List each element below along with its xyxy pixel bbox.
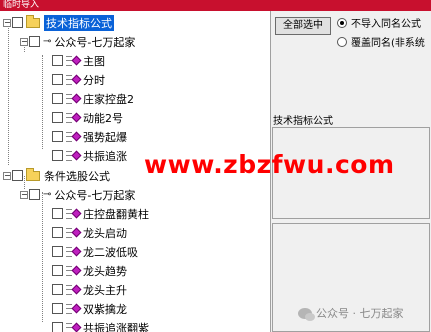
item-checkbox[interactable] [52, 55, 63, 66]
wechat-badge: 公众号 · 七万起家 [298, 305, 404, 321]
account-checkbox[interactable] [29, 189, 40, 200]
formula-icon [66, 246, 82, 257]
item-checkbox[interactable] [52, 322, 63, 332]
formula-icon [66, 55, 82, 66]
tree-account-row[interactable]: − ⊸ 公众号-七万起家 [20, 33, 135, 50]
formula-icon [66, 208, 82, 219]
radio-label: 不导入同名公式 [351, 19, 421, 30]
key-icon: ⊸ [43, 189, 52, 200]
window-title: 临时导入 [3, 0, 40, 10]
tree-item[interactable]: 双紫擒龙 [52, 300, 127, 317]
item-label: 主图 [83, 54, 105, 68]
window-title-bar: 临时导入 [0, 0, 431, 11]
item-checkbox[interactable] [52, 93, 63, 104]
wechat-icon [298, 307, 315, 321]
item-checkbox[interactable] [52, 112, 63, 123]
item-label: 龙头主升 [83, 283, 127, 297]
item-checkbox[interactable] [52, 74, 63, 85]
select-all-button[interactable]: 全部选中 [275, 17, 331, 35]
item-checkbox[interactable] [52, 131, 63, 142]
collapse-toggle-icon[interactable]: − [3, 171, 11, 180]
item-label: 龙二波低吸 [83, 245, 138, 259]
item-label: 共振追涨翻紫 [83, 321, 149, 332]
formula-icon [66, 322, 82, 332]
account-label: 公众号-七万起家 [54, 35, 136, 49]
tree-item[interactable]: 庄控盘翻黄柱 [52, 205, 149, 222]
group-label[interactable]: 条件选股公式 [44, 168, 110, 184]
collapse-toggle-icon[interactable]: − [20, 37, 28, 46]
tree-item[interactable]: 共振追涨翻紫 [52, 319, 149, 332]
item-label: 庄控盘翻黄柱 [83, 207, 149, 221]
tree-item[interactable]: 庄家控盘2 [52, 90, 134, 107]
tree-connector [42, 55, 43, 149]
tree-group-row[interactable]: − 条件选股公式 [3, 167, 110, 184]
group-label[interactable]: 技术指标公式 [44, 14, 114, 31]
item-label: 龙头启动 [83, 226, 127, 240]
radio-overwrite-duplicates[interactable]: 覆盖同名(非系统 [337, 34, 425, 49]
group-checkbox[interactable] [12, 17, 23, 28]
collapse-toggle-icon[interactable]: − [3, 18, 11, 27]
tree-account-row[interactable]: − ⊸ 公众号-七万起家 [20, 186, 135, 203]
account-checkbox[interactable] [29, 36, 40, 47]
item-checkbox[interactable] [52, 246, 63, 257]
tree-item[interactable]: 龙二波低吸 [52, 243, 138, 260]
item-label: 分时 [83, 73, 105, 87]
item-label: 龙头趋势 [83, 264, 127, 278]
formula-icon [66, 74, 82, 85]
formula-icon [66, 150, 82, 161]
item-label: 共振追涨 [83, 149, 127, 163]
watermark-text: www.zbzfwu.com [144, 150, 395, 179]
tree-item[interactable]: 龙头趋势 [52, 262, 127, 279]
formula-icon [66, 284, 82, 295]
formula-icon [66, 303, 82, 314]
radio-selected-icon[interactable] [337, 17, 347, 28]
item-checkbox[interactable] [52, 208, 63, 219]
folder-icon [26, 167, 40, 181]
tree-item[interactable]: 主图 [52, 52, 105, 69]
tree-item[interactable]: 共振追涨 [52, 147, 127, 164]
item-label: 双紫擒龙 [83, 302, 127, 316]
item-label: 强势起爆 [83, 130, 127, 144]
radio-unselected-icon[interactable] [337, 36, 347, 47]
item-checkbox[interactable] [52, 265, 63, 276]
tree-connector [42, 192, 43, 322]
tree-item[interactable]: 强势起爆 [52, 128, 127, 145]
item-label: 庄家控盘2 [83, 92, 134, 106]
item-checkbox[interactable] [52, 303, 63, 314]
formula-icon [66, 227, 82, 238]
formula-icon [66, 265, 82, 276]
formula-icon [66, 112, 82, 123]
account-label: 公众号-七万起家 [54, 188, 136, 202]
radio-skip-duplicates[interactable]: 不导入同名公式 [337, 15, 421, 30]
tree-group-row[interactable]: − 技术指标公式 [3, 14, 114, 31]
collapse-toggle-icon[interactable]: − [20, 190, 28, 199]
item-checkbox[interactable] [52, 150, 63, 161]
item-label: 动能2号 [83, 111, 123, 125]
wechat-badge-label: 公众号 · 七万起家 [316, 307, 404, 320]
section-label: 技术指标公式 [273, 116, 333, 127]
formula-icon [66, 93, 82, 104]
folder-icon [26, 14, 40, 28]
radio-label: 覆盖同名(非系统 [351, 38, 425, 49]
tree-item[interactable]: 分时 [52, 71, 105, 88]
formula-icon [66, 131, 82, 142]
item-checkbox[interactable] [52, 227, 63, 238]
tree-item[interactable]: 龙头启动 [52, 224, 127, 241]
tree-item[interactable]: 龙头主升 [52, 281, 127, 298]
item-checkbox[interactable] [52, 284, 63, 295]
tree-item[interactable]: 动能2号 [52, 109, 123, 126]
group-checkbox[interactable] [12, 170, 23, 181]
key-icon: ⊸ [43, 36, 52, 47]
tree-connector [8, 23, 9, 165]
